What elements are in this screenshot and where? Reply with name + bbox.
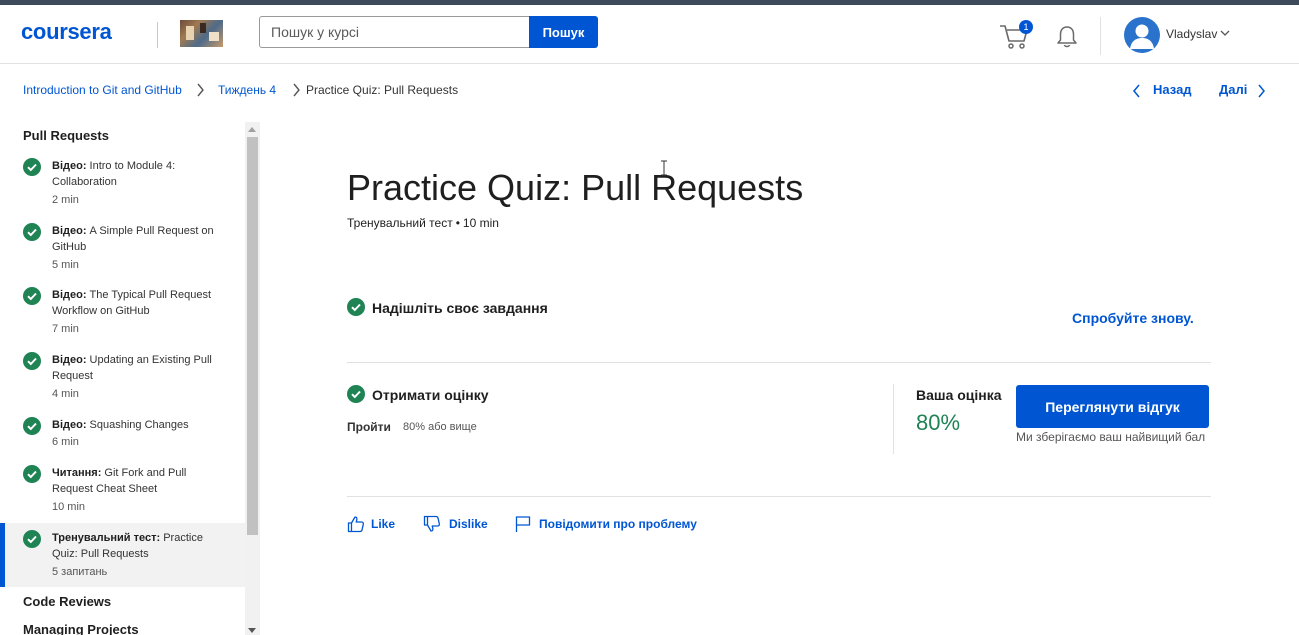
- sidebar-item-title: Відео: The Typical Pull Request Workflow…: [52, 289, 212, 317]
- receive-grade-step: Отримати оцінку: [372, 387, 489, 403]
- course-search-input[interactable]: [259, 16, 529, 48]
- sidebar-item-duration: 7 min: [52, 323, 79, 335]
- chevron-right-icon: [197, 83, 204, 97]
- quiz-subtitle: Тренувальний тест • 10 min: [347, 216, 499, 230]
- retry-link[interactable]: Спробуйте знову.: [1072, 310, 1194, 326]
- your-grade-value: 80%: [916, 410, 961, 435]
- sidebar-scroll-thumb[interactable]: [247, 137, 258, 535]
- course-outline-sidebar: Pull Requests Відео: Intro to Module 4: …: [0, 122, 260, 635]
- like-button[interactable]: Like: [371, 517, 395, 531]
- quiz-time: 10 min: [462, 216, 499, 230]
- chevron-left-icon[interactable]: [1132, 84, 1142, 98]
- grade-divider: [893, 384, 894, 454]
- sidebar-item[interactable]: Відео: Updating an Existing Pull Request…: [0, 347, 245, 407]
- completed-check-icon: [23, 223, 41, 241]
- completed-check-icon: [23, 287, 41, 305]
- completed-check-icon: [23, 352, 41, 370]
- dislike-button[interactable]: Dislike: [449, 517, 488, 531]
- thumbs-up-icon[interactable]: [347, 515, 365, 533]
- scroll-up-arrow-icon[interactable]: [248, 126, 256, 132]
- chevron-right-icon[interactable]: [1256, 84, 1266, 98]
- next-item-button[interactable]: Далі: [1219, 82, 1247, 97]
- view-feedback-button[interactable]: Переглянути відгук: [1016, 385, 1209, 428]
- course-thumbnail[interactable]: [180, 20, 223, 47]
- coursera-logo[interactable]: coursera: [21, 19, 112, 45]
- section-title-managing-projects[interactable]: Managing Projects: [23, 622, 139, 635]
- chevron-right-icon: [293, 83, 300, 97]
- flag-icon[interactable]: [514, 515, 532, 533]
- sidebar-item-title: Відео: Updating an Existing Pull Request: [52, 354, 212, 382]
- active-indicator: [0, 523, 5, 587]
- scroll-down-arrow-icon[interactable]: [248, 628, 256, 634]
- completed-check-icon: [23, 158, 41, 176]
- completed-check-icon: [23, 465, 41, 483]
- text-cursor-icon: [661, 160, 667, 176]
- sidebar-item[interactable]: Відео: Squashing Changes 6 min: [0, 412, 245, 457]
- sidebar-item-duration: 5 запитань: [52, 566, 108, 578]
- section-title-pull-requests[interactable]: Pull Requests: [23, 128, 109, 143]
- sidebar-item-active[interactable]: Тренувальний тест: Practice Quiz: Pull R…: [0, 523, 245, 587]
- sidebar-item-title: Тренувальний тест: Practice Quiz: Pull R…: [52, 532, 203, 560]
- header-divider: [1100, 17, 1101, 55]
- logo-divider: [157, 22, 158, 48]
- completed-check-icon: [23, 417, 41, 435]
- breadcrumb-week-link[interactable]: Тиждень 4: [218, 83, 276, 97]
- sidebar-item-duration: 2 min: [52, 194, 79, 206]
- completed-check-icon: [347, 385, 365, 403]
- sidebar-item-title: Відео: A Simple Pull Request on GitHub: [52, 225, 214, 253]
- your-grade-label: Ваша оцінка: [916, 387, 1002, 403]
- sidebar-item-duration: 6 min: [52, 436, 79, 448]
- sidebar-item[interactable]: Відео: The Typical Pull Request Workflow…: [0, 282, 245, 342]
- bell-icon[interactable]: [1056, 25, 1078, 49]
- sidebar-item-duration: 5 min: [52, 259, 79, 271]
- sidebar-item[interactable]: Читання: Git Fork and Pull Request Cheat…: [0, 460, 245, 520]
- chevron-down-icon[interactable]: [1219, 28, 1231, 38]
- submit-assignment-step: Надішліть своє завдання: [372, 300, 548, 316]
- page-title: Practice Quiz: Pull Requests: [347, 167, 804, 208]
- cart-count-badge: 1: [1019, 20, 1033, 34]
- sidebar-item-title: Читання: Git Fork and Pull Request Cheat…: [52, 467, 187, 495]
- divider: [347, 362, 1211, 363]
- search-button[interactable]: Пошук: [529, 16, 598, 48]
- breadcrumb-current: Practice Quiz: Pull Requests: [306, 83, 459, 97]
- sidebar-item[interactable]: Відео: A Simple Pull Request on GitHub 5…: [0, 217, 245, 277]
- completed-check-icon: [347, 298, 365, 316]
- dot-separator: •: [455, 216, 460, 230]
- user-name[interactable]: Vladyslav: [1166, 27, 1217, 41]
- highest-score-note: Ми зберігаємо ваш найвищий бал: [1016, 430, 1206, 444]
- section-title-code-reviews[interactable]: Code Reviews: [23, 594, 111, 609]
- sidebar-item-title: Відео: Intro to Module 4: Collaboration: [52, 160, 176, 188]
- user-avatar[interactable]: [1124, 17, 1160, 53]
- sidebar-item-title: Відео: Squashing Changes: [52, 419, 189, 431]
- thumbs-down-icon[interactable]: [423, 515, 441, 533]
- sidebar-item[interactable]: Відео: Intro to Module 4: Collaboration …: [0, 152, 245, 212]
- top-header: coursera Пошук 1 Vladyslav: [0, 5, 1299, 64]
- previous-item-button[interactable]: Назад: [1153, 82, 1192, 97]
- user-silhouette-icon: [1130, 24, 1154, 49]
- sidebar-item-duration: 10 min: [52, 501, 86, 513]
- divider: [347, 496, 1211, 497]
- sidebar-item-duration: 4 min: [52, 388, 79, 400]
- breadcrumb-course-link[interactable]: Introduction to Git and GitHub: [23, 83, 182, 97]
- report-problem-link[interactable]: Повідомити про проблему: [539, 517, 697, 531]
- completed-check-icon: [23, 530, 41, 548]
- quiz-type: Тренувальний тест: [347, 216, 453, 230]
- pass-label: Пройти: [347, 420, 391, 434]
- pass-threshold: 80% або вище: [403, 421, 477, 433]
